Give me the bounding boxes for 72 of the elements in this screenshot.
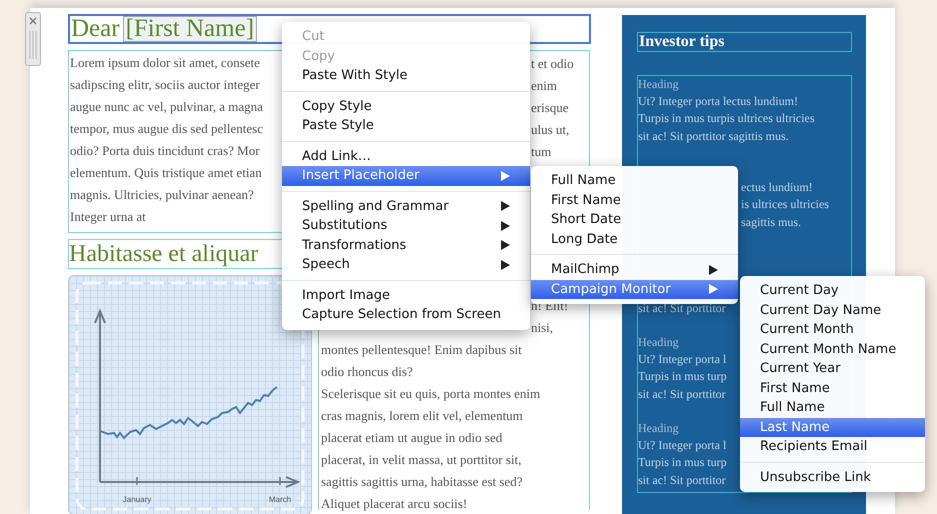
tip-line: sit ac! Sit porttitor [638, 472, 726, 489]
tip-heading: Heading [638, 334, 679, 351]
paragraph-line: erisque [531, 99, 569, 117]
menu-item[interactable]: Current Month [740, 320, 925, 340]
menu-item[interactable]: Last Name [740, 418, 925, 437]
tip-line: Turpis in mus turp [638, 454, 727, 472]
tip-line: sit ac! Sit porttitor [638, 386, 726, 403]
tip-heading: Heading [638, 76, 679, 93]
menu-item[interactable]: Insert Placeholder [282, 166, 530, 186]
menu-item[interactable]: Paste Style [282, 116, 530, 136]
paragraph-line: montes pellentesque! Enim dapibus sit [321, 341, 522, 359]
paragraph-line: odio rhoncus dis? [321, 363, 413, 381]
grip-icon [28, 31, 38, 59]
menu-item[interactable]: Long Date [531, 230, 738, 249]
menu-item[interactable]: Current Day [740, 281, 925, 300]
paragraph-line: ulus ut, [531, 121, 570, 139]
menu-item[interactable]: MailChimp [531, 260, 738, 280]
menu-item[interactable]: Campaign Monitor [531, 280, 738, 299]
paragraph-line: tum [531, 143, 552, 161]
menu-item[interactable]: Full Name [531, 171, 738, 190]
axis-label: March [268, 495, 292, 504]
paragraph-line: sadipscing elitr, sociis auctor integer [70, 76, 260, 94]
paragraph-line: odio? Porta duis tincidunt cras? Mor [70, 142, 260, 160]
tip-line: Ut? Integer porta l [638, 437, 726, 454]
tip-line: sit ac! Sit porttitor [638, 300, 726, 317]
close-icon[interactable] [29, 17, 37, 25]
menu-item[interactable]: Spelling and Grammar [282, 196, 530, 216]
menu-item[interactable]: Capture Selection from Screen [282, 305, 530, 324]
paragraph-line: nisi, [531, 319, 554, 337]
menu-item[interactable]: Short Date [531, 210, 738, 230]
tip-heading: Heading [638, 420, 679, 437]
placeholder-tag[interactable]: [First Name] [122, 16, 258, 42]
menu-item[interactable]: Paste With Style [282, 66, 530, 86]
tip-line: Turpis in mus turp [638, 368, 727, 386]
tip-line: ectus lundium! [741, 179, 813, 196]
paragraph-line: magnis. Ultricies, pulvinar aenean? [70, 186, 254, 204]
paragraph-line: cras magnis, lorem elit vel, elementum [321, 407, 523, 425]
paragraph-line: elementum. Quis tristique amet etian [70, 164, 262, 182]
paragraph-line: t et odio [531, 55, 574, 73]
menu-item[interactable]: Current Year [740, 359, 925, 378]
side-handle[interactable] [25, 12, 41, 66]
paragraph-line: augue nunc ac vel, pulvinar, a magna [70, 98, 263, 116]
tip-line: Ut? Integer porta l [638, 351, 726, 368]
menu-item[interactable]: Recipients Email [740, 437, 925, 456]
tip-line: is ultrices ultricies [741, 196, 829, 214]
paragraph-line: Aliquet placerat arcu sociis! [321, 495, 468, 513]
paragraph-line: enim [531, 77, 557, 95]
sidebar-title: Investor tips [637, 32, 852, 52]
menu-item[interactable]: Current Month Name [740, 340, 925, 359]
paragraph-line: placerat, in velit massa, ut porttitor sit, [321, 451, 522, 469]
menu-item[interactable]: Copy Style [282, 96, 530, 116]
paragraph-line: placerat etiam ut augue in odio sed [321, 429, 502, 447]
menu-item[interactable]: Add Link… [282, 146, 530, 166]
menu-item[interactable]: First Name [531, 190, 738, 210]
menu-item[interactable]: Import Image [282, 286, 530, 305]
paragraph-line: tempor, mus augue dis sed pellentesc [70, 120, 263, 138]
greeting-text: Dear [70, 16, 121, 42]
paragraph-line: sagittis sagittis urna, habitasse est sed? [321, 473, 522, 491]
tip-line: Ut? Integer porta lectus lundium! [638, 93, 798, 110]
menu-item[interactable]: Unsubscribe Link [740, 468, 925, 487]
menu-item[interactable]: Substitutions [282, 216, 530, 236]
paragraph-line: n! Elit! [531, 297, 568, 315]
menu-item[interactable]: First Name [740, 378, 925, 398]
tip-line: Turpis in mus turpis ultrices ultricies [638, 110, 815, 128]
menu-item[interactable]: Full Name [740, 398, 925, 418]
paragraph-line: Integer urna at [70, 208, 146, 226]
tip-line: sit ac! Sit porttitor sagittis mus. [638, 128, 789, 145]
axis-label: January [122, 495, 152, 504]
paragraph-line: Scelerisque sit eu quis, porta montes enim [321, 385, 540, 403]
menu-item[interactable]: Current Day Name [740, 300, 925, 320]
tip-line: sagittis mus. [741, 214, 802, 231]
paragraph-line: Lorem ipsum dolor sit amet, consete [70, 54, 260, 72]
